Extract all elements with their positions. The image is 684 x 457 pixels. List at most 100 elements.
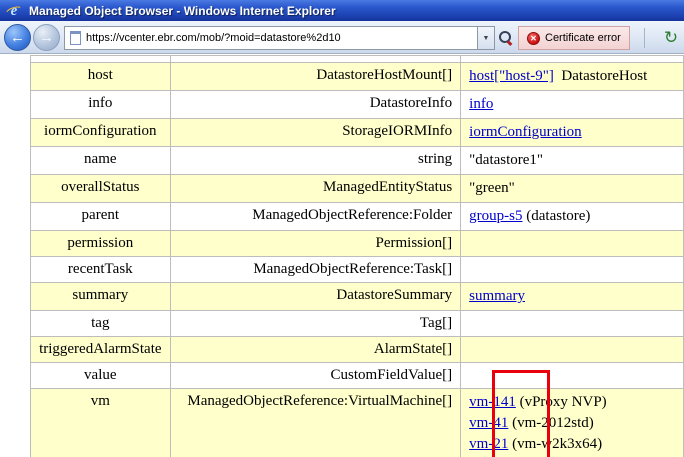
property-value-cell — [461, 257, 684, 283]
table-row: overallStatusManagedEntityStatus "green" — [31, 175, 684, 203]
value-line: summary — [469, 286, 675, 307]
value-line: iormConfiguration — [469, 122, 675, 143]
property-name-cell: permission — [31, 231, 171, 257]
url-text[interactable]: https://vcenter.ebr.com/mob/?moid=datast… — [86, 32, 341, 44]
value-text: "green" — [469, 180, 515, 196]
property-name-cell: name — [31, 147, 171, 175]
property-name-cell: parent — [31, 203, 171, 231]
table-row: recentTaskManagedObjectReference:Task[] — [31, 257, 684, 283]
property-value-cell: "datastore1" — [461, 147, 684, 175]
property-name-cell: host — [31, 63, 171, 91]
value-link[interactable]: summary — [469, 288, 525, 304]
table-row: summaryDatastoreSummarysummary — [31, 283, 684, 311]
search-icon — [499, 31, 513, 45]
page-icon — [70, 31, 81, 45]
forward-arrow-icon: → — [39, 29, 54, 46]
value-link[interactable]: host["host-9"] — [469, 68, 554, 84]
certificate-error-label: Certificate error — [545, 32, 621, 44]
certificate-error-badge[interactable]: ✕ Certificate error — [518, 26, 630, 50]
value-link[interactable]: vm-21 — [469, 436, 508, 452]
table-row: tagTag[] — [31, 311, 684, 337]
table-row: valueCustomFieldValue[] — [31, 363, 684, 389]
table-row: hostDatastoreHostMount[] host["host-9"] D… — [31, 63, 684, 91]
address-bar[interactable]: https://vcenter.ebr.com/mob/?moid=datast… — [64, 26, 478, 50]
address-dropdown-button[interactable]: ▼ — [478, 26, 495, 50]
property-value-cell: vm-141 (vProxy NVP)vm-41 (vm-2012std)vm-… — [461, 389, 684, 457]
property-type-cell: AlarmState[] — [170, 337, 461, 363]
property-value-cell: "green" — [461, 175, 684, 203]
table-row: triggeredAlarmStateAlarmState[] — [31, 337, 684, 363]
property-type-cell: ManagedEntityStatus — [170, 175, 461, 203]
value-line: vm-41 (vm-2012std) — [469, 413, 675, 434]
chevron-down-icon: ▼ — [483, 35, 490, 42]
page-content: hostDatastoreHostMount[] host["host-9"] D… — [0, 54, 684, 457]
property-type-cell: ManagedObjectReference:Folder — [170, 203, 461, 231]
property-value-cell: iormConfiguration — [461, 119, 684, 147]
table-row: permissionPermission[] — [31, 231, 684, 257]
property-name-cell: vm — [31, 389, 171, 457]
property-name-cell: info — [31, 91, 171, 119]
value-text: (datastore) — [523, 208, 591, 224]
value-line: "datastore1" — [469, 150, 675, 171]
property-type-cell: DatastoreHostMount[] — [170, 63, 461, 91]
value-text: (vm-w2k3x64) — [508, 436, 602, 452]
search-button[interactable] — [496, 26, 516, 50]
table-row: infoDatastoreInfoinfo — [31, 91, 684, 119]
property-value-cell — [461, 231, 684, 257]
value-link[interactable]: info — [469, 96, 493, 112]
refresh-icon: ↻ — [664, 28, 678, 48]
title-bar: e Managed Object Browser - Windows Inter… — [0, 0, 684, 21]
property-name-cell: overallStatus — [31, 175, 171, 203]
forward-button[interactable]: → — [33, 24, 60, 51]
value-line: vm-21 (vm-w2k3x64) — [469, 434, 675, 455]
property-type-cell: CustomFieldValue[] — [170, 363, 461, 389]
value-line: info — [469, 94, 675, 115]
property-value-cell: summary — [461, 283, 684, 311]
table-row: namestring "datastore1" — [31, 147, 684, 175]
value-line: group-s5 (datastore) — [469, 206, 675, 227]
table-row: parentManagedObjectReference:Folder group… — [31, 203, 684, 231]
back-button[interactable]: ← — [4, 24, 31, 51]
property-type-cell: ManagedObjectReference:Task[] — [170, 257, 461, 283]
value-link[interactable]: iormConfiguration — [469, 124, 582, 140]
property-value-cell: group-s5 (datastore) — [461, 203, 684, 231]
property-name-cell: triggeredAlarmState — [31, 337, 171, 363]
property-name-cell: value — [31, 363, 171, 389]
property-value-cell: info — [461, 91, 684, 119]
value-text: DatastoreHost — [554, 68, 647, 84]
value-text: (vm-2012std) — [508, 415, 593, 431]
ie-logo-icon: e — [6, 3, 22, 19]
value-line: host["host-9"] DatastoreHost — [469, 66, 675, 87]
property-name-cell: summary — [31, 283, 171, 311]
partial-table-row — [31, 56, 684, 63]
property-value-cell — [461, 363, 684, 389]
navigation-bar: ← → https://vcenter.ebr.com/mob/?moid=da… — [0, 21, 684, 54]
certificate-error-icon: ✕ — [527, 32, 540, 45]
table-row: iormConfigurationStorageIORMInfoiormConf… — [31, 119, 684, 147]
property-name-cell: tag — [31, 311, 171, 337]
properties-table: hostDatastoreHostMount[] host["host-9"] D… — [30, 55, 684, 457]
value-line: "green" — [469, 178, 675, 199]
value-text: (vProxy NVP) — [516, 394, 607, 410]
property-type-cell: DatastoreInfo — [170, 91, 461, 119]
table-row: vmManagedObjectReference:VirtualMachine[… — [31, 389, 684, 457]
value-link[interactable]: vm-141 — [469, 394, 516, 410]
property-type-cell: Permission[] — [170, 231, 461, 257]
property-type-cell: ManagedObjectReference:VirtualMachine[] — [170, 389, 461, 457]
toolbar-separator — [644, 28, 645, 48]
value-line: vm-141 (vProxy NVP) — [469, 392, 675, 413]
property-value-cell — [461, 337, 684, 363]
window-title: Managed Object Browser - Windows Interne… — [29, 4, 336, 18]
property-value-cell: host["host-9"] DatastoreHost — [461, 63, 684, 91]
property-name-cell: recentTask — [31, 257, 171, 283]
property-value-cell — [461, 311, 684, 337]
value-text: "datastore1" — [469, 152, 543, 168]
value-link[interactable]: group-s5 — [469, 208, 522, 224]
value-link[interactable]: vm-41 — [469, 415, 508, 431]
property-type-cell: StorageIORMInfo — [170, 119, 461, 147]
property-type-cell: Tag[] — [170, 311, 461, 337]
refresh-button[interactable]: ↻ — [654, 25, 684, 51]
property-name-cell: iormConfiguration — [31, 119, 171, 147]
back-arrow-icon: ← — [10, 29, 25, 46]
property-type-cell: string — [170, 147, 461, 175]
